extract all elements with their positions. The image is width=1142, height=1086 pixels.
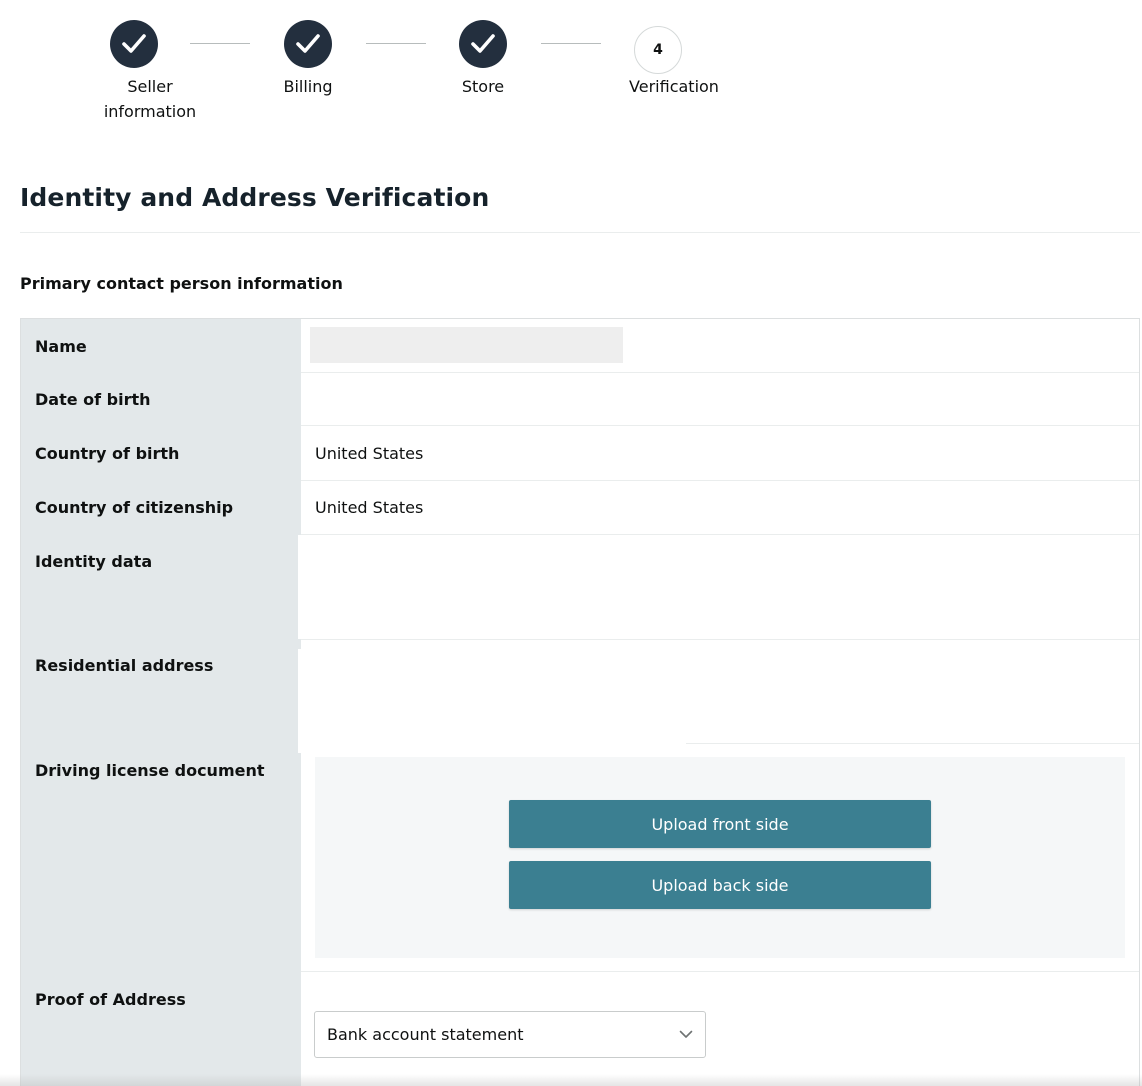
progress-stepper: 4 Seller information Billing Store Verif… xyxy=(0,0,1142,140)
step-connector xyxy=(190,43,250,44)
row-label-country-of-birth: Country of birth xyxy=(35,444,180,463)
label-column xyxy=(21,319,301,1086)
proof-of-address-selected-value: Bank account statement xyxy=(327,1025,524,1044)
row-label-name: Name xyxy=(35,337,87,356)
row-label-driving-license-document: Driving license document xyxy=(35,761,265,780)
section-title: Primary contact person information xyxy=(20,274,343,293)
step-1-label-line-2: information xyxy=(103,102,197,121)
step-3-label: Store xyxy=(461,77,505,96)
row-divider xyxy=(301,372,1139,373)
step-2-complete-icon xyxy=(284,20,332,68)
row-label-country-of-citizenship: Country of citizenship xyxy=(35,498,234,517)
redacted-identity-data xyxy=(298,535,686,639)
row-divider xyxy=(301,480,1139,481)
step-connector xyxy=(541,43,601,44)
row-label-date-of-birth: Date of birth xyxy=(35,390,151,409)
checkmark-icon xyxy=(296,34,320,53)
title-divider xyxy=(20,232,1140,233)
redacted-residential-address xyxy=(298,649,686,753)
proof-of-address-select[interactable]: Bank account statement xyxy=(314,1011,706,1058)
checkmark-icon xyxy=(122,34,146,53)
driving-license-upload-panel: Upload front side Upload back side xyxy=(315,757,1125,958)
row-label-identity-data: Identity data xyxy=(35,552,153,571)
row-divider xyxy=(301,425,1139,426)
upload-front-side-button[interactable]: Upload front side xyxy=(509,800,931,848)
row-label-residential-address: Residential address xyxy=(35,656,214,675)
row-divider xyxy=(301,639,1139,640)
step-1-label: Seller information xyxy=(80,74,220,124)
step-3-complete-icon xyxy=(459,20,507,68)
step-4-label: Verification xyxy=(629,77,719,96)
step-2-label: Billing xyxy=(283,77,333,96)
upload-back-side-button[interactable]: Upload back side xyxy=(509,861,931,909)
page-title: Identity and Address Verification xyxy=(20,183,490,212)
row-label-proof-of-address: Proof of Address xyxy=(35,990,186,1009)
contact-info-table: Name Date of birth Country of birth Unit… xyxy=(20,318,1140,1086)
country-of-birth-value: United States xyxy=(315,444,424,463)
step-1-complete-icon xyxy=(110,20,158,68)
name-value-redacted xyxy=(310,327,623,363)
bottom-edge-shadow xyxy=(0,1074,1142,1086)
step-4-number: 4 xyxy=(634,26,682,74)
step-connector xyxy=(366,43,426,44)
step-4-number-text: 4 xyxy=(653,42,663,58)
country-of-citizenship-value: United States xyxy=(315,498,424,517)
step-1-label-line-1: Seller xyxy=(127,77,173,96)
chevron-down-icon xyxy=(679,1030,693,1038)
checkmark-icon xyxy=(471,34,495,53)
row-divider xyxy=(301,971,1139,972)
